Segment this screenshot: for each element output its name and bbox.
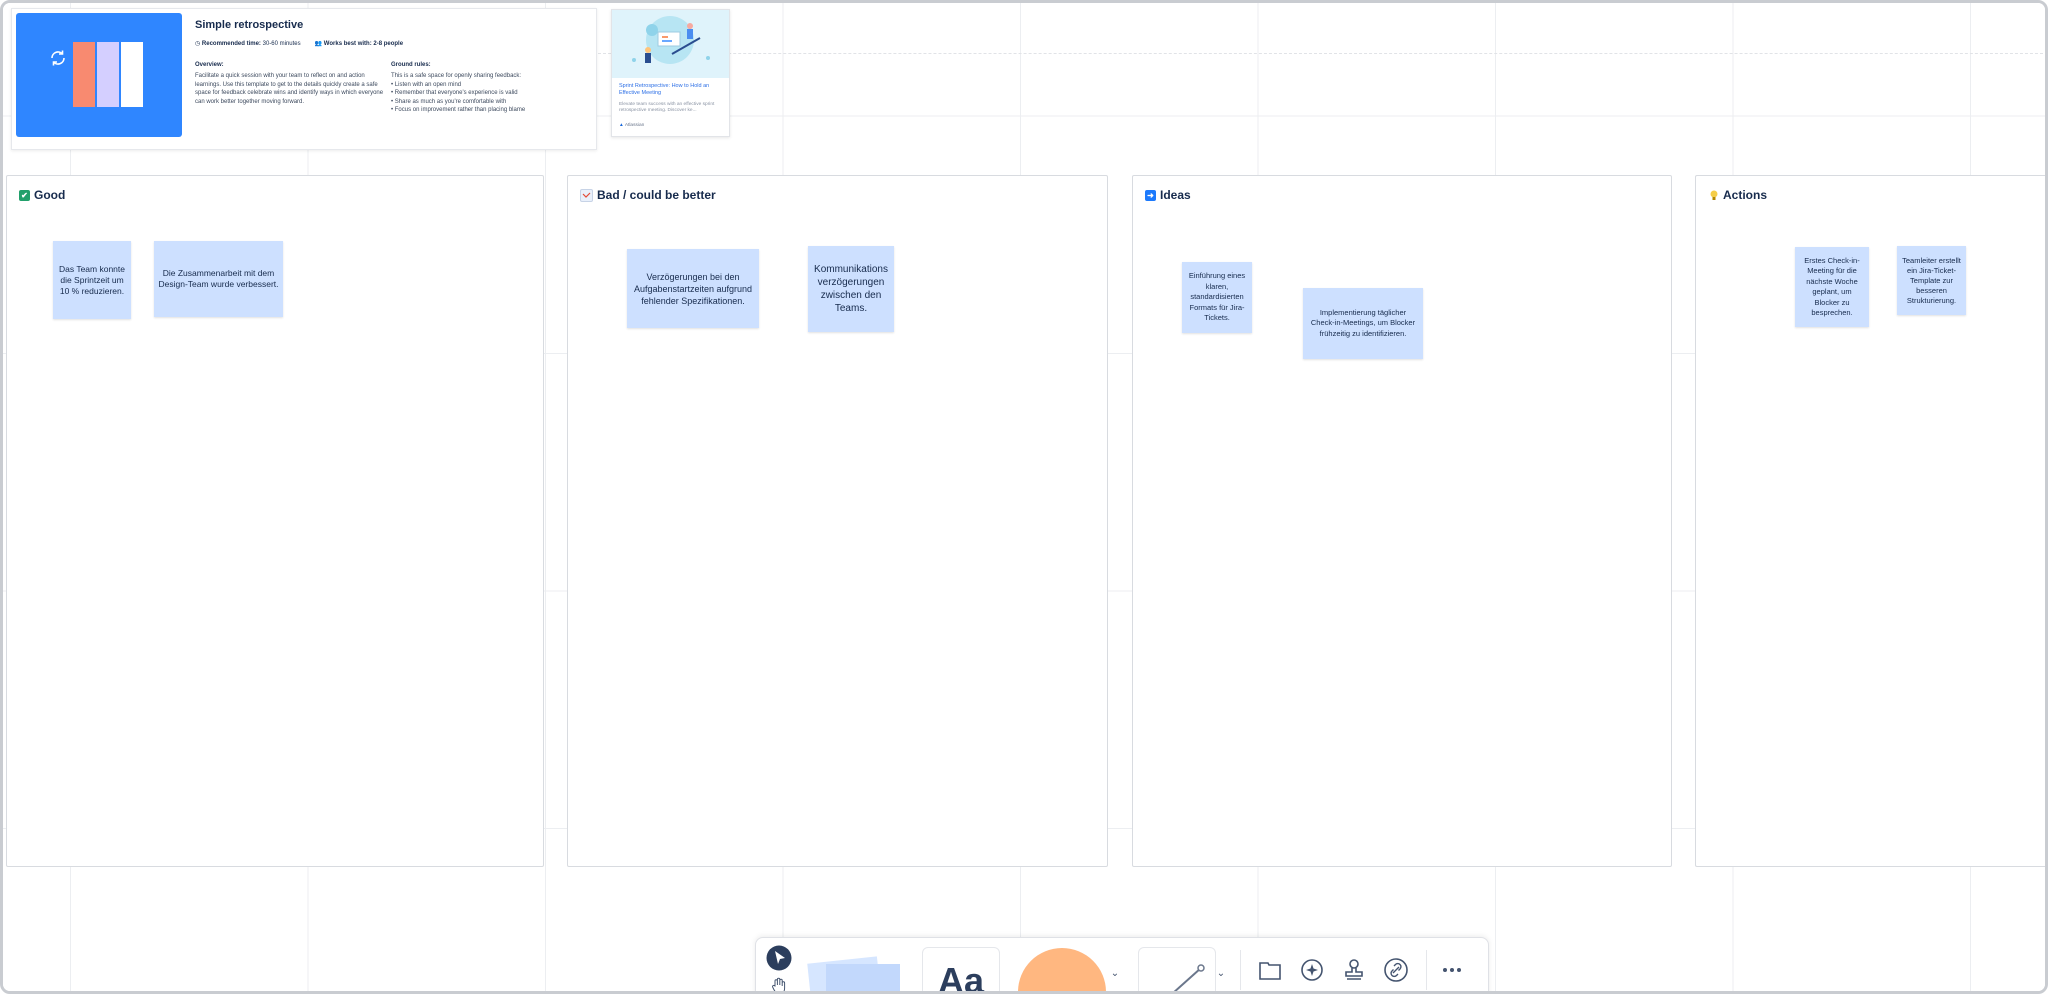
line-options-dropdown[interactable]: ⌄ (1214, 966, 1228, 980)
column-bad[interactable]: Bad / could be better Verzögerungen bei … (567, 175, 1108, 867)
ground-rule: • Focus on improvement rather than placi… (391, 107, 526, 113)
column-actions[interactable]: Actions Erstes Check-in-Meeting für die … (1695, 175, 2045, 867)
team-size: 👥 Works best with: 2-8 people (314, 41, 404, 47)
select-tool-button[interactable] (766, 945, 792, 971)
whiteboard-window: Simple retrospective ◷ Recommended time:… (0, 0, 2048, 994)
ground-rule: • Listen with an open mind (391, 81, 462, 88)
bottom-toolbar: Aa ⌄ ⌄ (755, 937, 1489, 994)
column-header[interactable]: ➜ Ideas (1145, 188, 1191, 202)
text-icon: Aa (937, 960, 985, 994)
toolbar-divider (1240, 950, 1241, 990)
lightbulb-icon (1708, 190, 1719, 201)
article-link-card[interactable]: Sprint Retrospective: How to Hold an Eff… (611, 9, 730, 137)
sticky-note[interactable]: Verzögerungen bei den Aufgabenstartzeite… (627, 249, 759, 328)
frame-icon (1259, 962, 1281, 980)
chevron-down-icon: ⌄ (1216, 967, 1226, 979)
chevron-down-icon: ⌄ (1110, 967, 1120, 979)
hand-icon (772, 977, 786, 991)
column-title[interactable]: Actions (1723, 188, 1767, 202)
more-tools-button[interactable] (1438, 956, 1466, 984)
article-source: ▲ Atlassian (619, 123, 645, 128)
check-icon: ✔ (19, 189, 30, 201)
shape-tool-button[interactable] (1016, 946, 1116, 991)
ground-rules-list: This is a safe space for openly sharing … (391, 72, 571, 115)
sticky-note[interactable]: Teamleiter erstellt ein Jira-Ticket-Temp… (1897, 246, 1966, 315)
people-icon: 👥 (314, 41, 323, 47)
ai-sparkle-icon (1301, 959, 1323, 981)
ground-rule: This is a safe space for openly sharing … (391, 73, 522, 79)
article-description: Elevate team success with an effective s… (619, 102, 715, 113)
ground-rule: • Remember that everyone's experience is… (391, 90, 518, 96)
line-icon (1173, 964, 1205, 991)
section-tool-button[interactable] (1256, 956, 1284, 984)
sticky-note[interactable]: Einführung eines klaren, standardisierte… (1182, 262, 1252, 333)
ground-rules-heading: Ground rules: (391, 62, 431, 68)
overview-heading: Overview: (195, 62, 224, 68)
overview-text: Facilitate a quick session with your tea… (195, 73, 384, 105)
clock-icon: ◷ (195, 41, 201, 47)
cursor-icon (766, 945, 792, 971)
column-good[interactable]: ✔ Good Das Team konnte die Sprintzeit um… (6, 175, 544, 867)
more-icon (1443, 968, 1461, 972)
atlassian-logo-icon: ▲ (619, 123, 624, 128)
column-header[interactable]: Actions (1708, 188, 1767, 202)
text-tool-button[interactable]: Aa (922, 947, 1000, 994)
column-title[interactable]: Ideas (1160, 188, 1191, 202)
link-icon (1384, 958, 1408, 982)
arrow-right-icon: ➜ (1145, 189, 1156, 201)
chart-decreasing-icon (580, 188, 593, 202)
sticky-note[interactable]: Die Zusammenarbeit mit dem Design-Team w… (154, 241, 283, 317)
article-title[interactable]: Sprint Retrospective: How to Hold an Eff… (619, 83, 725, 97)
sticky-note[interactable]: Implementierung täglicher Check-in-Meeti… (1303, 288, 1423, 359)
line-tool-button[interactable] (1138, 947, 1216, 991)
column-header[interactable]: ✔ Good (19, 188, 65, 202)
sticky-note[interactable]: Kommunikations verzögerungen zwischen de… (808, 246, 894, 332)
thumbnail-column-red (73, 42, 95, 107)
column-title[interactable]: Bad / could be better (597, 188, 716, 202)
refresh-icon (51, 50, 65, 66)
template-thumbnail (16, 13, 182, 137)
article-illustration (612, 10, 729, 78)
sticky-note-tool-button[interactable] (804, 950, 904, 991)
shape-options-dropdown[interactable]: ⌄ (1108, 966, 1122, 980)
shape-circle-icon (1018, 948, 1106, 991)
template-info-card[interactable]: Simple retrospective ◷ Recommended time:… (11, 8, 597, 150)
toolbar-divider (1426, 950, 1427, 990)
thumbnail-column-white (121, 42, 143, 107)
stamp-icon (1345, 959, 1363, 980)
column-header[interactable]: Bad / could be better (580, 188, 716, 202)
link-tool-button[interactable] (1382, 956, 1410, 984)
recommended-time: ◷ Recommended time: 30-60 minutes (195, 41, 301, 47)
template-meta: ◷ Recommended time: 30-60 minutes 👥 Work… (195, 40, 403, 47)
template-title: Simple retrospective (195, 19, 304, 31)
sticky-note-stack-icon (807, 956, 900, 991)
sticky-note[interactable]: Das Team konnte die Sprintzeit um 10 % r… (53, 241, 131, 319)
column-title[interactable]: Good (34, 188, 65, 202)
stamp-tool-button[interactable] (1340, 956, 1368, 984)
ground-rule: • Share as much as you're comfortable wi… (391, 98, 507, 105)
sticky-note[interactable]: Erstes Check-in-Meeting für die nächste … (1795, 247, 1869, 327)
ai-tool-button[interactable] (1298, 956, 1326, 984)
hand-tool-button[interactable] (768, 975, 790, 991)
thumbnail-column-purple (97, 42, 119, 107)
column-ideas[interactable]: ➜ Ideas Einführung eines klaren, standar… (1132, 175, 1672, 867)
guide-line (593, 53, 2045, 54)
